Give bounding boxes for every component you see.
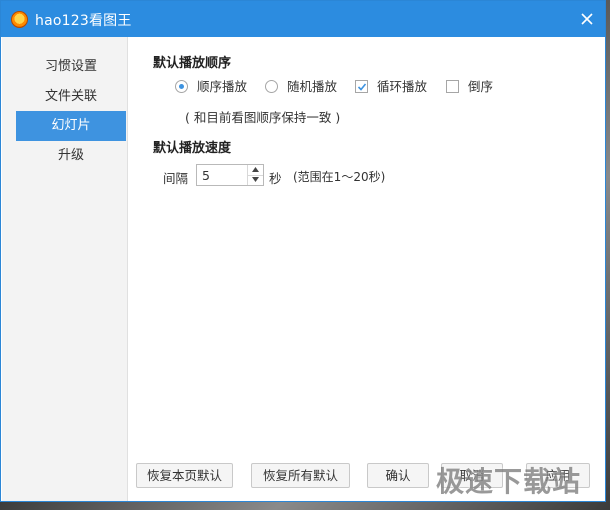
settings-dialog: hao123看图王 习惯设置 文件关联 幻灯片 升级 默认播放顺序 顺序播放 随… (0, 0, 606, 502)
reverse-label: 倒序 (468, 79, 494, 94)
interval-unit: 秒 (269, 171, 282, 186)
window-title: hao123看图王 (35, 13, 132, 29)
sidebar-item-upgrade[interactable]: 升级 (16, 141, 126, 171)
restore-all-defaults-button[interactable]: 恢复所有默认 (251, 463, 350, 488)
radio-button (265, 80, 278, 93)
confirm-button[interactable]: 确认 (367, 463, 429, 488)
app-icon (11, 11, 28, 28)
sequential-label: 顺序播放 (197, 79, 248, 94)
play-speed-title: 默认播放速度 (153, 141, 232, 156)
loop-label: 循环播放 (377, 79, 428, 94)
sidebar-item-file-association[interactable]: 文件关联 (16, 82, 126, 112)
slideshow-settings-panel: 默认播放顺序 顺序播放 随机播放 循环播放 倒序 ( 和目前看图顺序保持一致 )… (127, 37, 605, 501)
interval-spinbox[interactable]: 5 (196, 164, 264, 186)
arrow-up-icon (252, 167, 259, 172)
interval-label: 间隔 (163, 171, 189, 186)
checkbox (446, 80, 459, 93)
random-label: 随机播放 (287, 79, 338, 94)
watermark: 极速下载站 (436, 465, 582, 498)
checkbox (355, 80, 368, 93)
range-note: (范围在1～20秒) (293, 170, 386, 184)
sidebar-item-habits[interactable]: 习惯设置 (16, 52, 126, 82)
sidebar-item-slideshow[interactable]: 幻灯片 (16, 111, 126, 141)
restore-page-defaults-button[interactable]: 恢复本页默认 (136, 463, 233, 488)
arrow-down-icon (252, 177, 259, 182)
checkmark-icon (357, 83, 367, 91)
spin-down-button[interactable] (247, 175, 263, 185)
close-icon (581, 13, 593, 25)
order-note: ( 和目前看图顺序保持一致 ) (185, 110, 341, 125)
radio-button (175, 80, 188, 93)
title-bar: hao123看图王 (1, 1, 605, 37)
play-order-title: 默认播放顺序 (153, 56, 232, 71)
close-button[interactable] (575, 7, 599, 31)
interval-value[interactable]: 5 (202, 168, 210, 183)
sidebar: 习惯设置 文件关联 幻灯片 升级 (2, 37, 128, 501)
